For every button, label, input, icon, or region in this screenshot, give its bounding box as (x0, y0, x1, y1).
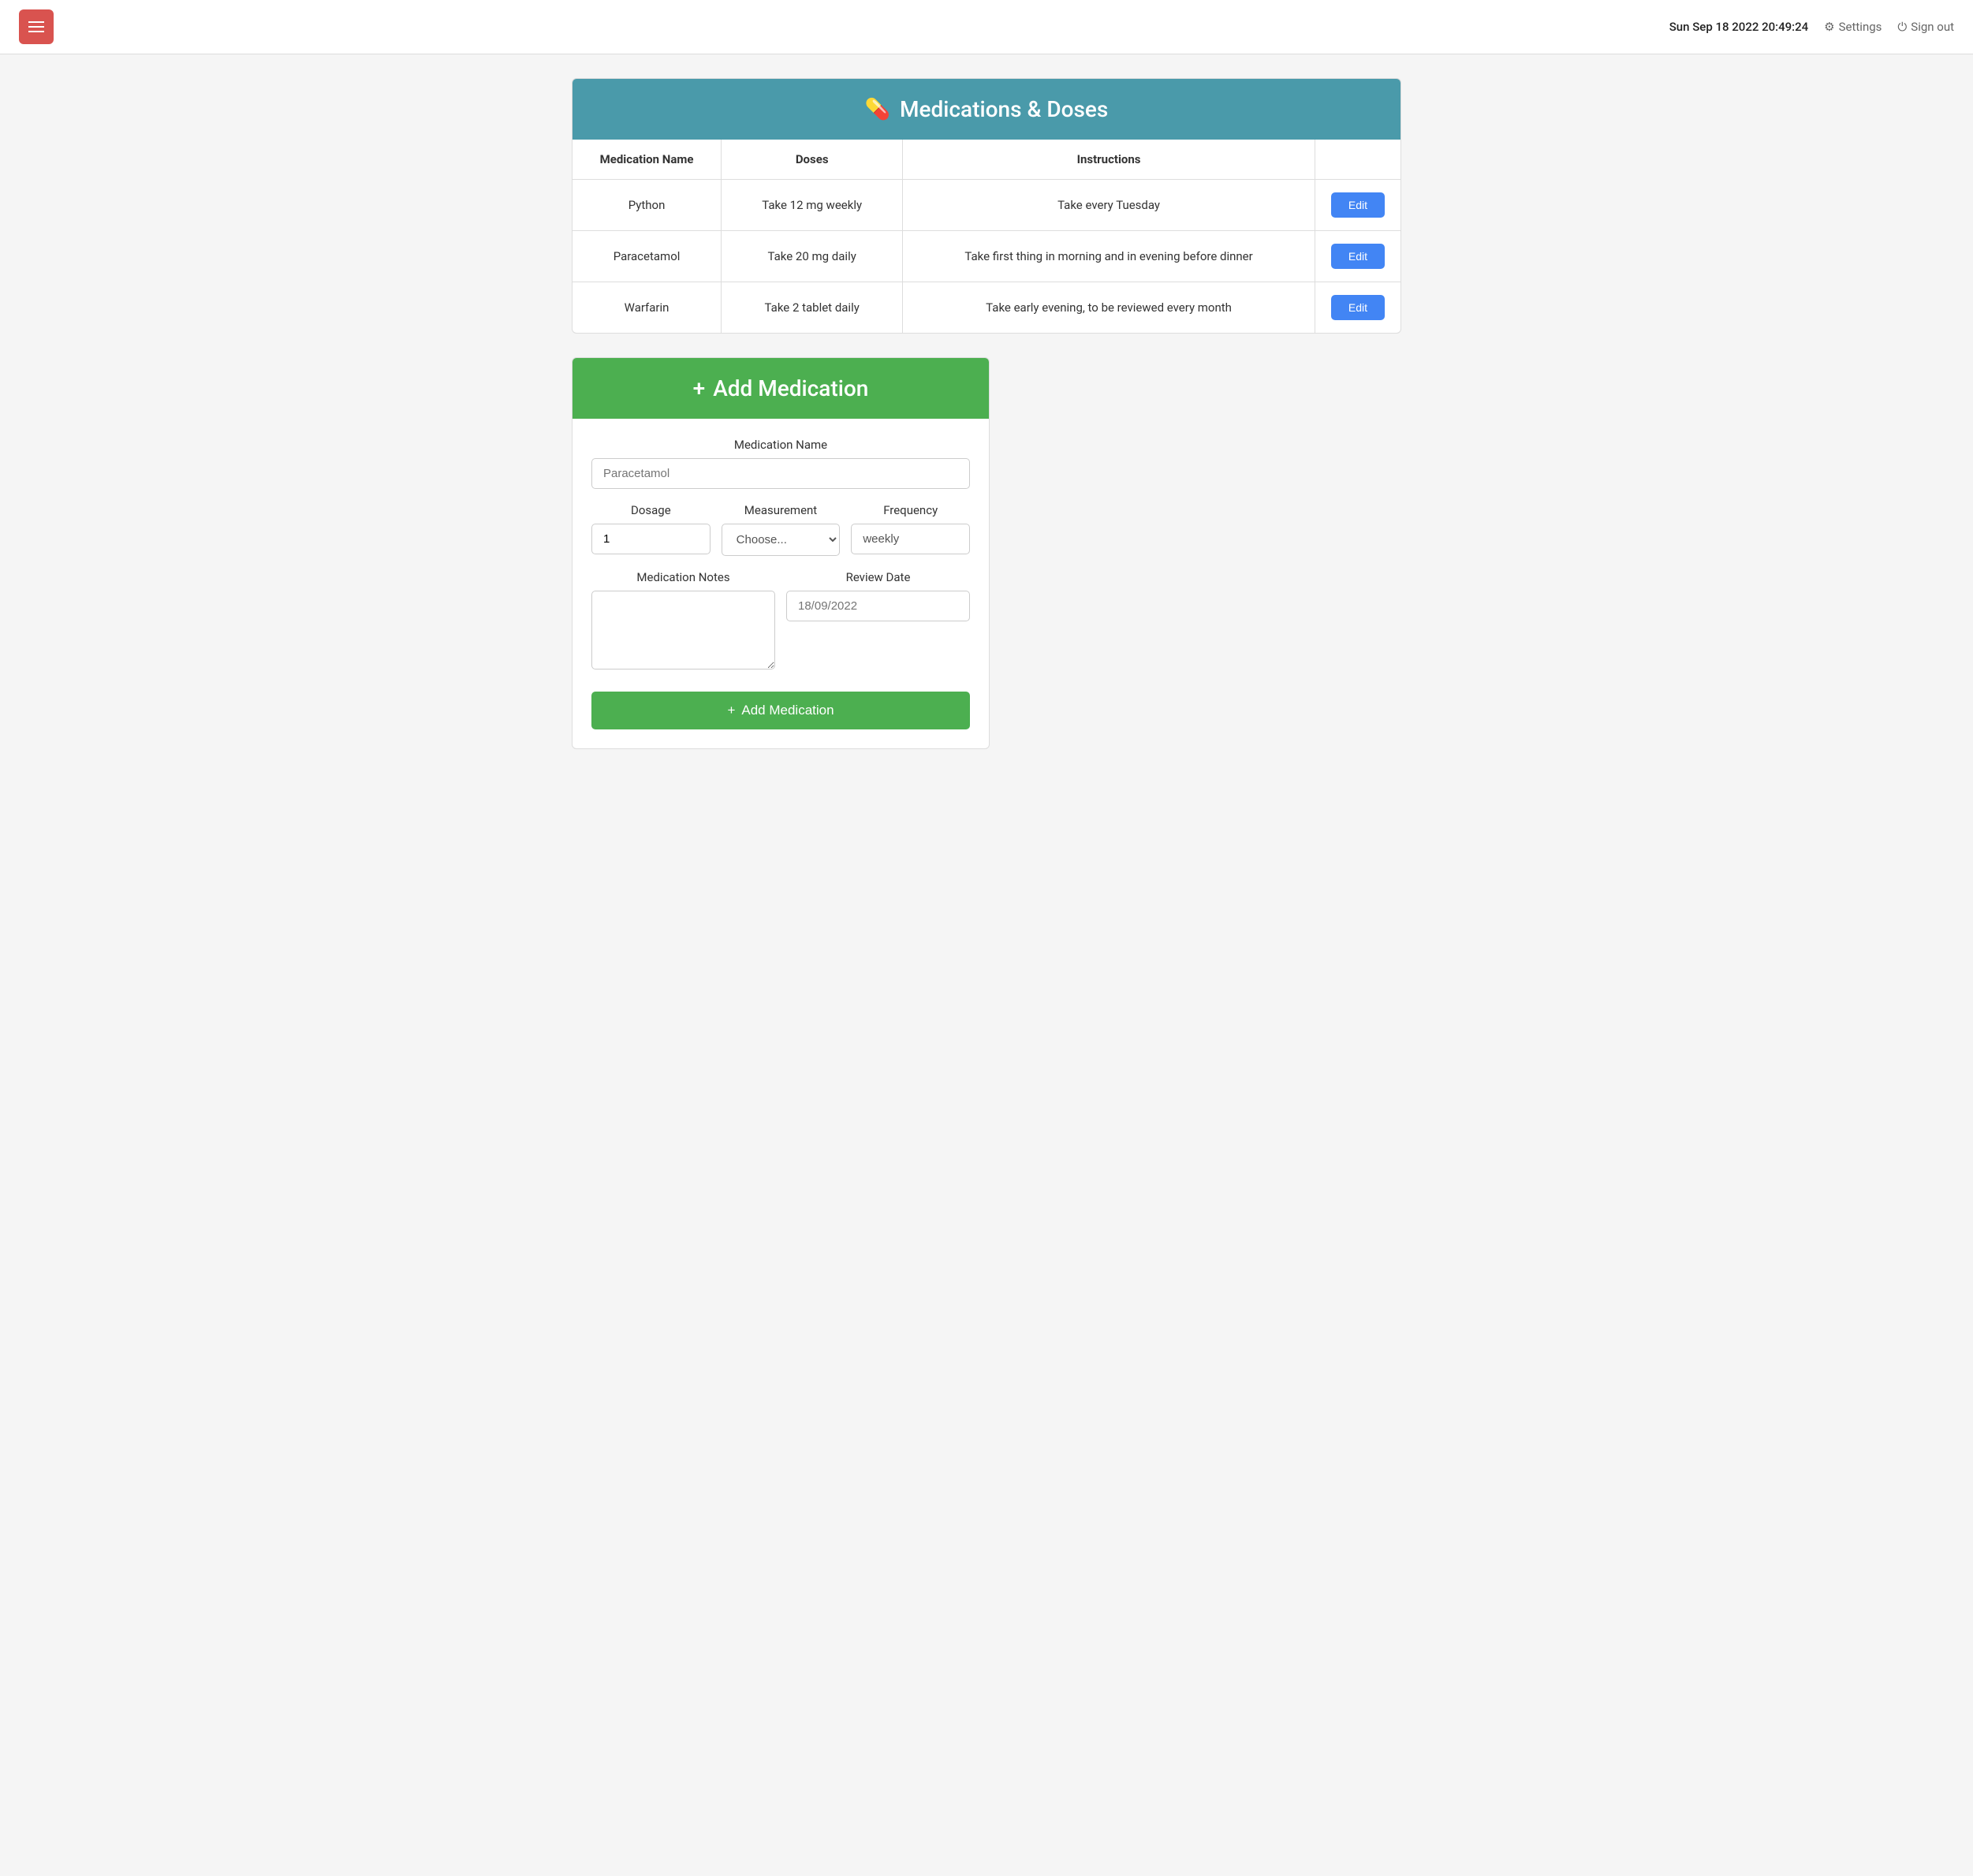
edit-button-0[interactable]: Edit (1331, 192, 1385, 218)
signout-link[interactable]: ⏻ Sign out (1897, 20, 1954, 34)
add-form: Medication Name Dosage Measurement Choos… (573, 419, 989, 748)
frequency-group: Frequency (851, 503, 970, 556)
hamburger-icon (28, 21, 44, 32)
col-header-doses: Doses (722, 140, 903, 180)
row-name-1: Paracetamol (573, 231, 722, 282)
review-date-label: Review Date (786, 570, 970, 584)
row-instructions-1: Take first thing in morning and in eveni… (903, 231, 1315, 282)
frequency-label: Frequency (851, 503, 970, 517)
table-row: Python Take 12 mg weekly Take every Tues… (573, 180, 1400, 231)
pill-icon: 💊 (865, 98, 890, 121)
row-action-1: Edit (1315, 231, 1400, 282)
gear-icon: ⚙ (1824, 20, 1834, 34)
edit-button-2[interactable]: Edit (1331, 295, 1385, 320)
medications-section: 💊 Medications & Doses Medication Name Do… (572, 78, 1401, 334)
add-medication-button-label: Add Medication (741, 703, 834, 718)
medication-name-group: Medication Name (591, 438, 970, 489)
add-medication-section: + Add Medication Medication Name Dosage … (572, 357, 990, 749)
dosage-label: Dosage (591, 503, 711, 517)
medications-title: Medications & Doses (900, 96, 1108, 122)
table-header-row: Medication Name Doses Instructions (573, 140, 1400, 180)
review-date-input[interactable] (786, 591, 970, 621)
notes-row: Medication Notes Review Date (591, 570, 970, 673)
notes-textarea[interactable] (591, 591, 775, 669)
add-medication-button[interactable]: + Add Medication (591, 692, 970, 729)
edit-button-1[interactable]: Edit (1331, 244, 1385, 269)
row-name-0: Python (573, 180, 722, 231)
row-action-2: Edit (1315, 282, 1400, 334)
row-name-2: Warfarin (573, 282, 722, 334)
dosage-group: Dosage (591, 503, 711, 556)
row-instructions-0: Take every Tuesday (903, 180, 1315, 231)
signout-label: Sign out (1911, 20, 1954, 34)
col-header-name: Medication Name (573, 140, 722, 180)
medications-table: Medication Name Doses Instructions Pytho… (573, 140, 1400, 333)
settings-label: Settings (1839, 20, 1882, 34)
measurement-select[interactable]: Choose... mg ml tablet capsule (722, 524, 841, 556)
frequency-input[interactable] (851, 524, 970, 554)
menu-button[interactable] (19, 9, 54, 44)
table-row: Warfarin Take 2 tablet daily Take early … (573, 282, 1400, 334)
col-header-action (1315, 140, 1400, 180)
add-section-title: Add Medication (713, 375, 868, 401)
row-doses-0: Take 12 mg weekly (722, 180, 903, 231)
plus-icon-header: + (693, 375, 706, 401)
measurement-group: Measurement Choose... mg ml tablet capsu… (722, 503, 841, 556)
measurement-label: Measurement (722, 503, 841, 517)
row-doses-1: Take 20 mg daily (722, 231, 903, 282)
header-right: Sun Sep 18 2022 20:49:24 ⚙ Settings ⏻ Si… (1669, 20, 1954, 34)
notes-label: Medication Notes (591, 570, 775, 584)
header: Sun Sep 18 2022 20:49:24 ⚙ Settings ⏻ Si… (0, 0, 1973, 54)
medications-header: 💊 Medications & Doses (573, 79, 1400, 140)
settings-link[interactable]: ⚙ Settings (1824, 20, 1882, 34)
add-section-header: + Add Medication (573, 358, 989, 419)
notes-group: Medication Notes (591, 570, 775, 673)
table-row: Paracetamol Take 20 mg daily Take first … (573, 231, 1400, 282)
row-instructions-2: Take early evening, to be reviewed every… (903, 282, 1315, 334)
row-doses-2: Take 2 tablet daily (722, 282, 903, 334)
dosage-row: Dosage Measurement Choose... mg ml table… (591, 503, 970, 556)
dosage-input[interactable] (591, 524, 711, 554)
col-header-instructions: Instructions (903, 140, 1315, 180)
medication-name-label: Medication Name (591, 438, 970, 452)
power-icon: ⏻ (1897, 20, 1907, 34)
datetime-display: Sun Sep 18 2022 20:49:24 (1669, 20, 1808, 34)
row-action-0: Edit (1315, 180, 1400, 231)
plus-icon-button: + (727, 703, 735, 718)
main-content: 💊 Medications & Doses Medication Name Do… (553, 54, 1420, 773)
review-date-group: Review Date (786, 570, 970, 673)
medication-name-input[interactable] (591, 458, 970, 489)
